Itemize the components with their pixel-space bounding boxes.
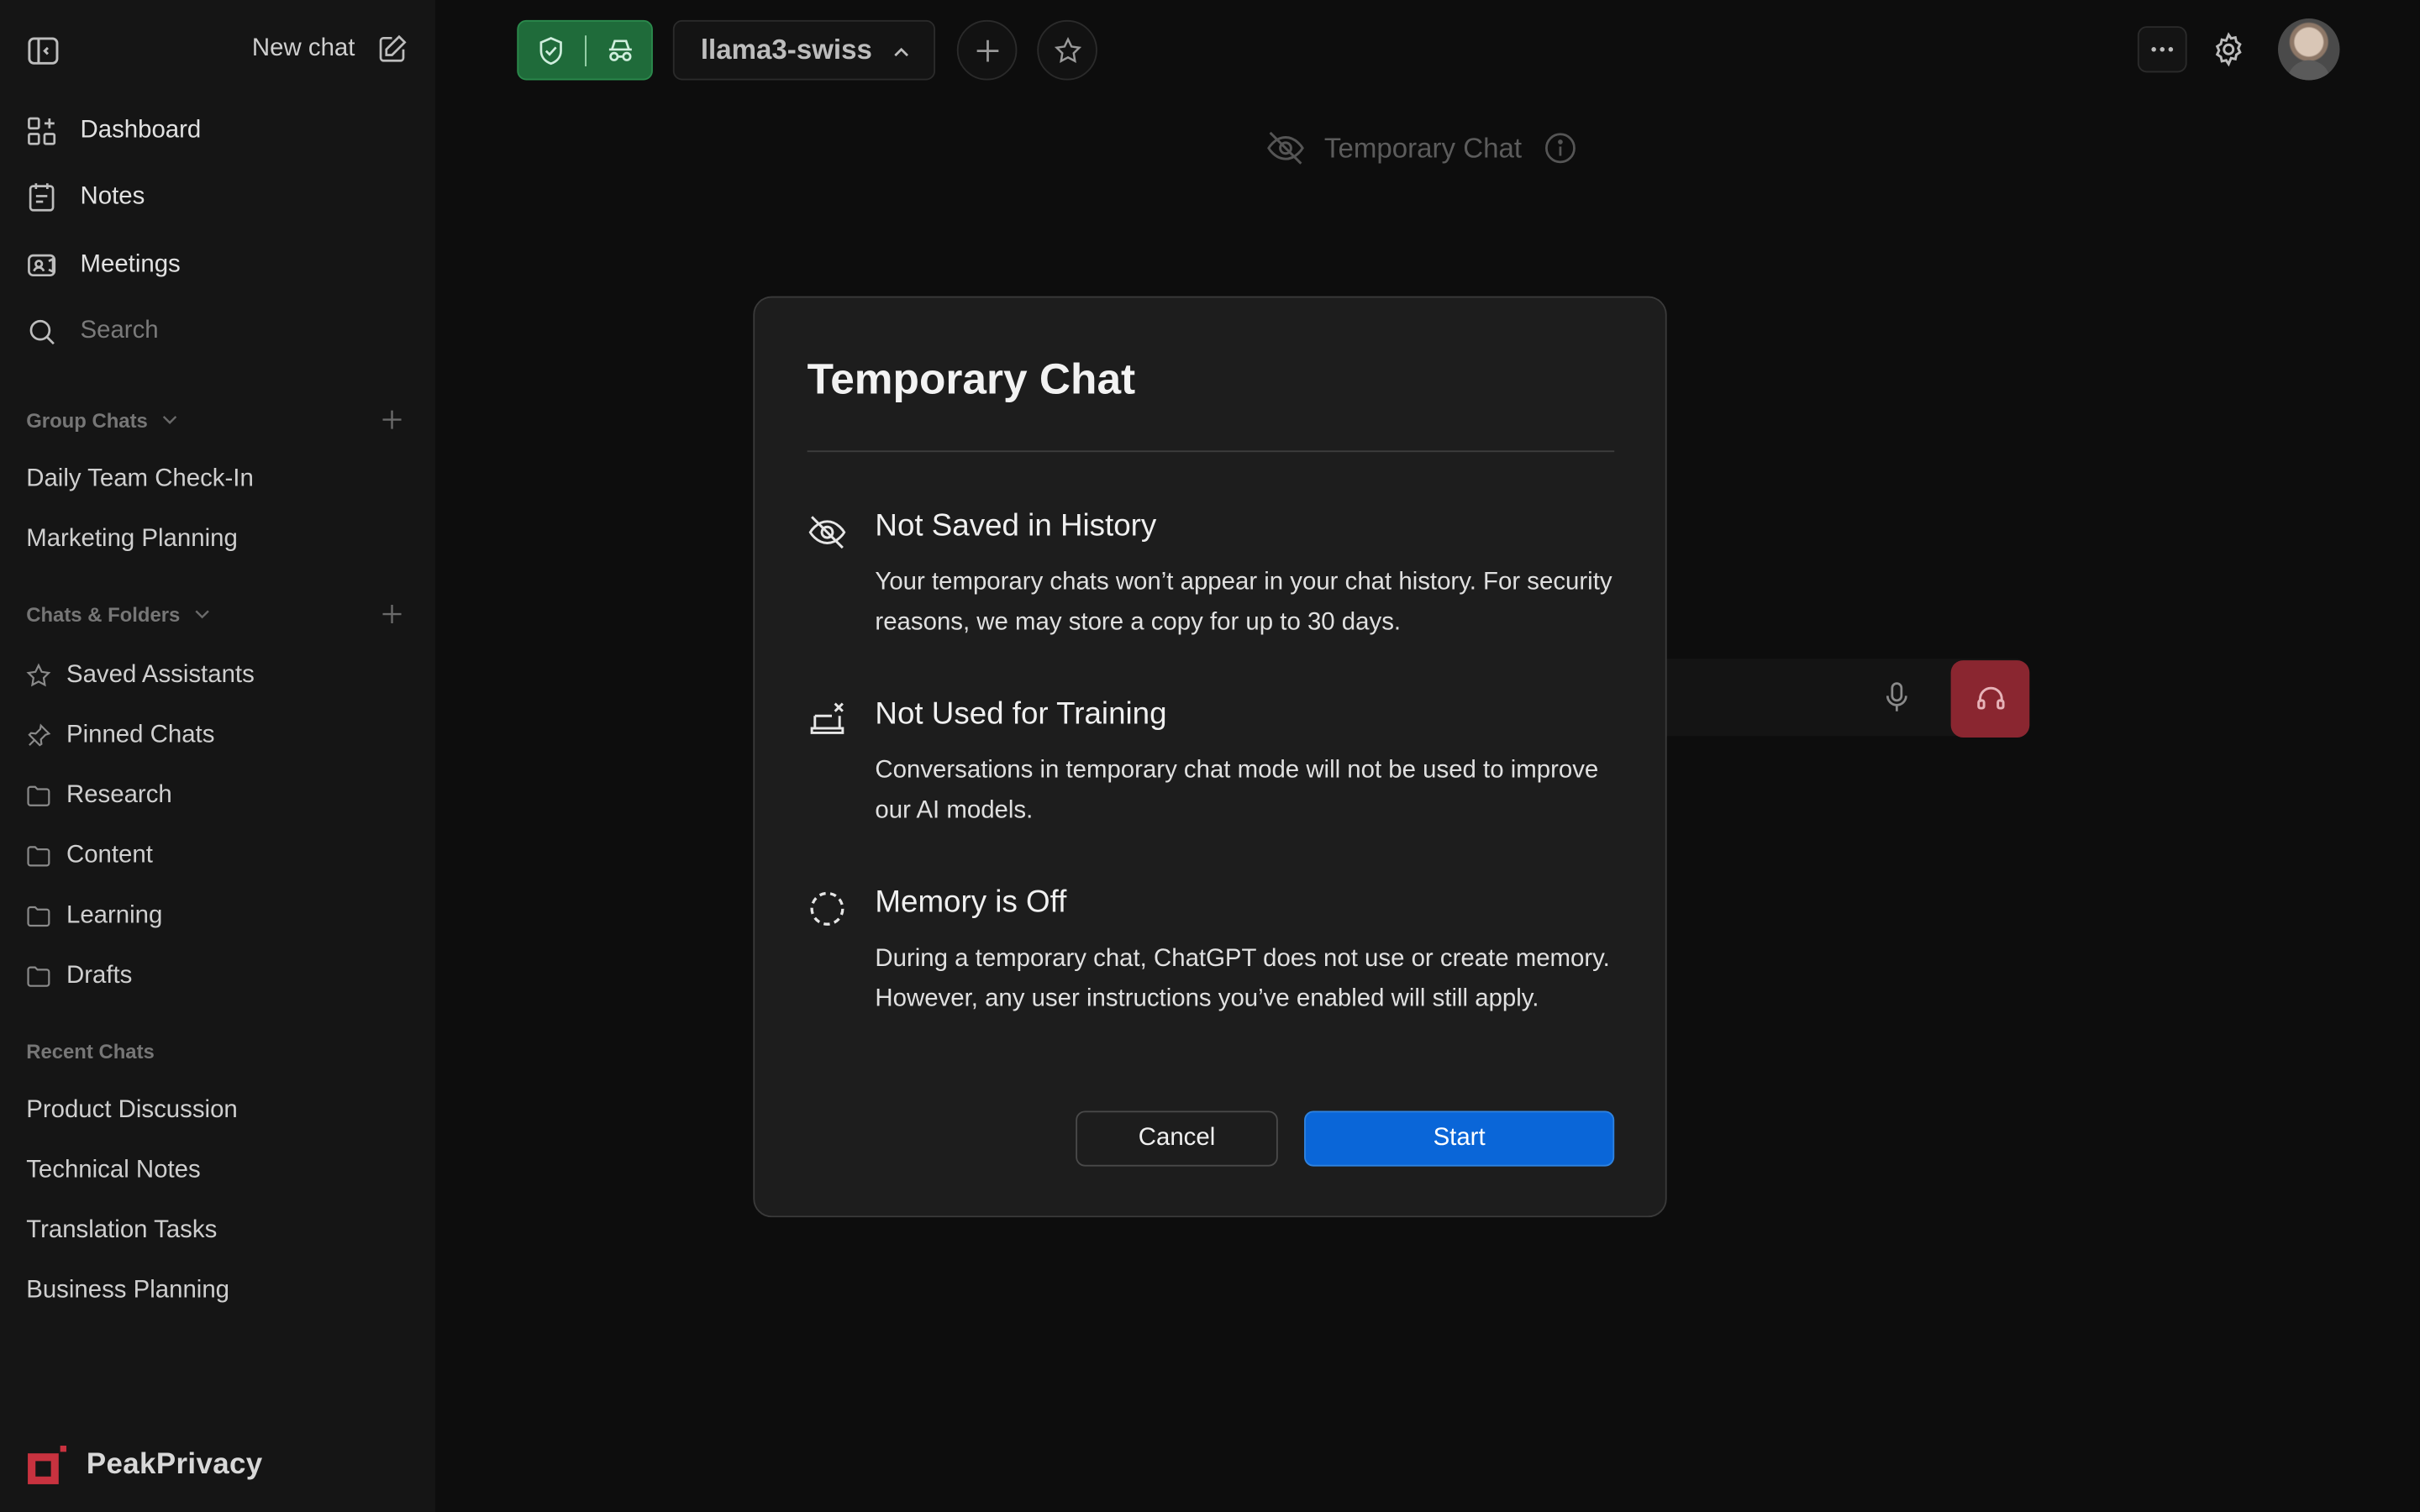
folder-item-research[interactable]: Research: [24, 778, 410, 815]
cancel-button[interactable]: Cancel: [1076, 1110, 1278, 1167]
chevron-down-icon[interactable]: [192, 605, 211, 623]
sidebar-item-notes[interactable]: Notes: [24, 175, 410, 221]
star-icon: [1054, 36, 1081, 63]
temporary-chat-modal: Temporary Chat Not Saved in History Your…: [753, 296, 1667, 1218]
chats-folders-title: Chats & Folders: [26, 602, 181, 626]
peakprivacy-logo-icon: [28, 1446, 66, 1484]
brand-name: PeakPrivacy: [86, 1448, 263, 1482]
folder-item-content[interactable]: Content: [24, 837, 410, 874]
sidebar-item-dashboard[interactable]: Dashboard: [24, 108, 410, 155]
sidebar-item-label: Dashboard: [80, 117, 202, 144]
dashboard-icon: [28, 117, 56, 145]
new-chat-label[interactable]: New chat: [252, 35, 355, 63]
pill-separator: [585, 35, 587, 66]
feature-description: During a temporary chat, ChatGPT does no…: [875, 945, 1610, 1012]
folder-item-saved-assistants[interactable]: Saved Assistants: [24, 657, 410, 694]
sidebar-item-label: Meetings: [80, 251, 181, 278]
group-chat-item[interactable]: Daily Team Check-In: [26, 466, 254, 494]
sidebar-item-meetings[interactable]: Meetings: [24, 242, 410, 288]
eye-off-icon: [808, 516, 846, 549]
feature-description: Your temporary chats won’t appear in you…: [875, 569, 1612, 636]
recent-chat-item[interactable]: Product Discussion: [26, 1097, 238, 1125]
sidebar-search-label: Search: [80, 318, 159, 344]
user-avatar[interactable]: [2278, 18, 2340, 81]
modal-divider: [807, 450, 1615, 453]
more-options-button[interactable]: [2137, 26, 2187, 73]
star-icon: [26, 663, 51, 687]
recent-chats-header: Recent Chats: [26, 1035, 412, 1066]
brand: PeakPrivacy: [24, 1442, 262, 1488]
folder-icon: [27, 846, 50, 867]
folder-item-pinned-chats[interactable]: Pinned Chats: [24, 717, 410, 754]
chevron-down-icon[interactable]: [160, 411, 179, 429]
model-name: llama3-swiss: [700, 34, 872, 66]
search-icon: [29, 319, 55, 345]
folder-item-label: Learning: [66, 902, 163, 929]
favorite-model-button[interactable]: [1037, 19, 1097, 81]
no-training-icon: [810, 702, 844, 734]
memory-off-icon: [810, 891, 844, 926]
folder-icon: [27, 906, 50, 927]
notes-icon: [29, 183, 55, 212]
recent-chats-title: Recent Chats: [26, 1039, 155, 1063]
folder-item-label: Saved Assistants: [66, 661, 255, 689]
headset-icon: [1976, 686, 2004, 710]
pin-icon: [28, 723, 51, 747]
privacy-mode-toggle[interactable]: [517, 19, 653, 81]
sidebar-top-bar: New chat: [0, 24, 435, 74]
recent-chat-item[interactable]: Translation Tasks: [26, 1217, 217, 1245]
incognito-icon[interactable]: [603, 34, 637, 67]
sidebar: New chat Dashboard Notes Meetings Search…: [0, 0, 435, 1512]
edit-icon[interactable]: [375, 33, 408, 66]
folder-icon: [27, 966, 50, 987]
add-folder-icon[interactable]: [380, 601, 404, 626]
feature-title: Not Used for Training: [875, 697, 1167, 732]
folder-item-label: Pinned Chats: [66, 722, 215, 748]
recent-chat-item[interactable]: Business Planning: [26, 1278, 229, 1305]
group-chats-title: Group Chats: [26, 407, 148, 432]
folder-item-label: Drafts: [66, 963, 133, 990]
add-group-chat-icon[interactable]: [380, 407, 404, 432]
sidebar-item-search[interactable]: Search: [24, 308, 410, 354]
info-icon[interactable]: [1544, 131, 1577, 165]
feature-title: Not Saved in History: [875, 509, 1157, 543]
start-button[interactable]: Start: [1304, 1110, 1615, 1167]
folder-item-label: Research: [66, 782, 172, 809]
modal-title: Temporary Chat: [807, 354, 1136, 403]
eye-off-icon: [1267, 131, 1304, 165]
meetings-icon: [28, 254, 56, 277]
group-chats-header[interactable]: Group Chats: [26, 404, 412, 435]
settings-gear-icon[interactable]: [2210, 31, 2247, 68]
model-selector[interactable]: llama3-swiss: [672, 19, 936, 81]
sidebar-toggle-icon[interactable]: [24, 33, 61, 70]
folder-icon: [27, 785, 50, 806]
ellipsis-icon: [2151, 47, 2174, 52]
shield-check-icon[interactable]: [534, 34, 568, 67]
temporary-chat-indicator: Temporary Chat: [1265, 127, 1577, 170]
feature-title: Memory is Off: [875, 885, 1067, 920]
temporary-chat-label: Temporary Chat: [1323, 132, 1523, 163]
plus-icon: [976, 39, 998, 61]
folder-item-drafts[interactable]: Drafts: [24, 958, 410, 995]
feature-memory-off: Memory is Off During a temporary chat, C…: [808, 885, 1615, 1070]
voice-call-button[interactable]: [1950, 660, 2030, 738]
feature-not-training: Not Used for Training Conversations in t…: [808, 697, 1615, 836]
microphone-icon[interactable]: [1880, 680, 1913, 714]
folder-item-learning[interactable]: Learning: [24, 898, 410, 935]
group-chat-item[interactable]: Marketing Planning: [26, 526, 238, 554]
feature-not-saved: Not Saved in History Your temporary chat…: [808, 509, 1615, 648]
add-model-button[interactable]: [956, 19, 1018, 81]
folder-item-label: Content: [66, 842, 153, 869]
chevron-up-icon: [894, 47, 908, 57]
sidebar-item-label: Notes: [80, 183, 145, 210]
recent-chat-item[interactable]: Technical Notes: [26, 1158, 200, 1185]
feature-description: Conversations in temporary chat mode wil…: [875, 757, 1599, 824]
chats-folders-header[interactable]: Chats & Folders: [26, 599, 412, 630]
